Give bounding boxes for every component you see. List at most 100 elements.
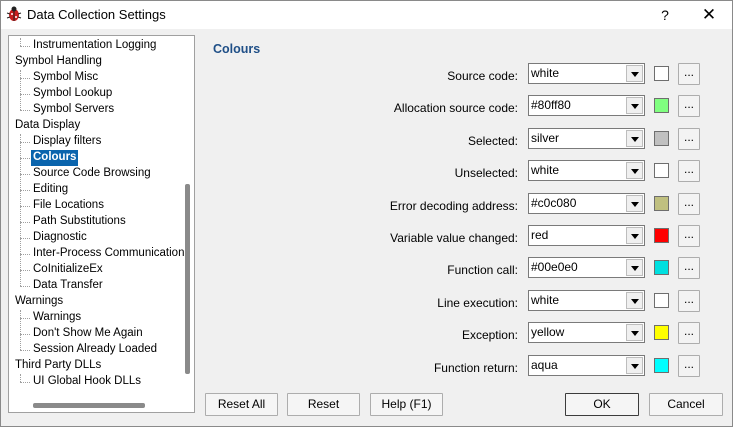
colour-select[interactable]: #80ff80	[528, 95, 645, 116]
tree-item[interactable]: Path Substitutions	[31, 214, 128, 230]
tree-item[interactable]: Data Display	[13, 118, 82, 134]
browse-colour-button[interactable]: ...	[678, 290, 700, 312]
tree-item[interactable]: Third Party DLLs	[13, 358, 103, 374]
tree-connector	[20, 350, 30, 351]
tree-connector	[20, 94, 30, 95]
chevron-down-icon[interactable]	[626, 130, 643, 147]
colour-select-value: white	[531, 163, 560, 177]
browse-colour-button[interactable]: ...	[678, 225, 700, 247]
browse-colour-button[interactable]: ...	[678, 128, 700, 150]
chevron-down-icon[interactable]	[626, 357, 643, 374]
colour-select[interactable]: white	[528, 290, 645, 311]
chevron-down-icon[interactable]	[626, 195, 643, 212]
tree-item[interactable]: File Locations	[31, 198, 106, 214]
chevron-down-icon[interactable]	[626, 65, 643, 82]
tree-item[interactable]: Symbol Servers	[31, 102, 116, 118]
colour-select[interactable]: #c0c080	[528, 193, 645, 214]
tree-connector	[20, 46, 30, 47]
window-title: Data Collection Settings	[27, 7, 166, 22]
colour-swatch	[654, 228, 669, 243]
colour-swatch	[654, 325, 669, 340]
settings-tree[interactable]: Instrumentation Logging Symbol Handling Sy…	[8, 35, 195, 413]
tree-connector	[20, 134, 21, 286]
tree-item[interactable]: Display filters	[31, 134, 103, 150]
tree-connector	[20, 270, 30, 271]
browse-colour-button[interactable]: ...	[678, 63, 700, 85]
browse-colour-button[interactable]: ...	[678, 193, 700, 215]
colour-swatch	[654, 131, 669, 146]
colour-select[interactable]: white	[528, 63, 645, 84]
colour-select-value: silver	[531, 131, 560, 145]
chevron-down-icon[interactable]	[626, 324, 643, 341]
tree-item[interactable]: Editing	[31, 182, 70, 198]
tree-item[interactable]: Session Already Loaded	[31, 342, 159, 358]
colour-row-label: Exception:	[461, 328, 518, 342]
tree-item[interactable]: CoInitializeEx	[31, 262, 105, 278]
cancel-button[interactable]: Cancel	[649, 393, 723, 416]
colour-select[interactable]: red	[528, 225, 645, 246]
browse-colour-button[interactable]: ...	[678, 322, 700, 344]
colour-swatch	[654, 163, 669, 178]
help-title-button[interactable]: ?	[645, 1, 685, 29]
colour-select-value: white	[531, 66, 560, 80]
reset-all-button[interactable]: Reset All	[205, 393, 278, 416]
reset-button[interactable]: Reset	[287, 393, 360, 416]
colour-select[interactable]: silver	[528, 128, 645, 149]
bug-icon	[6, 6, 22, 21]
tree-connector	[20, 286, 30, 287]
close-button[interactable]: ✕	[689, 1, 729, 29]
colour-row-label: Variable value changed:	[390, 231, 518, 245]
tree-connector	[20, 374, 21, 382]
tree-item[interactable]: UI Global Hook DLLs	[31, 374, 143, 390]
colour-select[interactable]: #00e0e0	[528, 257, 645, 278]
colour-row-label: Line execution:	[437, 296, 518, 310]
tree-item[interactable]: Data Transfer	[31, 278, 105, 294]
tree-item[interactable]: Warnings	[13, 294, 65, 310]
tree-item[interactable]: Warnings	[31, 310, 83, 326]
tree-connector	[20, 174, 30, 175]
ok-button[interactable]: OK	[565, 393, 639, 416]
title-bar: Data Collection Settings ? ✕	[1, 1, 732, 29]
tree-item[interactable]: Instrumentation Logging	[31, 38, 158, 54]
colour-select-value: red	[531, 228, 549, 242]
help-button[interactable]: Help (F1)	[370, 393, 443, 416]
tree-item[interactable]: Inter-Process Communication	[31, 246, 186, 262]
colour-row-label: Allocation source code:	[393, 101, 518, 115]
tree-item[interactable]: Source Code Browsing	[31, 166, 153, 182]
chevron-down-icon[interactable]	[626, 227, 643, 244]
tree-connector	[20, 142, 30, 143]
colour-select[interactable]: yellow	[528, 322, 645, 343]
tree-horizontal-scrollbar[interactable]	[33, 403, 145, 408]
browse-colour-button[interactable]: ...	[678, 95, 700, 117]
tree-connector	[20, 222, 30, 223]
colour-row-label: Selected:	[467, 134, 518, 148]
colour-swatch	[654, 66, 669, 81]
tree-item[interactable]: Symbol Misc	[31, 70, 100, 86]
chevron-down-icon[interactable]	[626, 292, 643, 309]
browse-colour-button[interactable]: ...	[678, 160, 700, 182]
colour-select-value: #c0c080	[531, 196, 577, 210]
chevron-down-icon[interactable]	[626, 97, 643, 114]
colour-select-value: #80ff80	[531, 98, 571, 112]
chevron-down-icon[interactable]	[626, 162, 643, 179]
colour-select-value: white	[531, 293, 560, 307]
colour-swatch	[654, 98, 669, 113]
colour-swatch	[654, 293, 669, 308]
browse-colour-button[interactable]: ...	[678, 257, 700, 279]
colour-select-value: yellow	[531, 325, 565, 339]
tree-item[interactable]: Symbol Handling	[13, 54, 104, 70]
tree-connector	[20, 78, 30, 79]
tree-connector	[20, 334, 30, 335]
tree-item[interactable]: Colours	[31, 150, 79, 166]
tree-item[interactable]: Diagnostic	[31, 230, 89, 246]
tree-item[interactable]: Symbol Lookup	[31, 86, 114, 102]
browse-colour-button[interactable]: ...	[678, 355, 700, 377]
tree-vertical-scrollbar[interactable]	[185, 184, 190, 374]
colour-select[interactable]: aqua	[528, 355, 645, 376]
tree-connector	[20, 190, 30, 191]
tree-connector	[20, 254, 30, 255]
tree-item[interactable]: Don't Show Me Again	[31, 326, 145, 342]
chevron-down-icon[interactable]	[626, 259, 643, 276]
colour-select[interactable]: white	[528, 160, 645, 181]
colour-row-label: Source code:	[447, 69, 518, 83]
